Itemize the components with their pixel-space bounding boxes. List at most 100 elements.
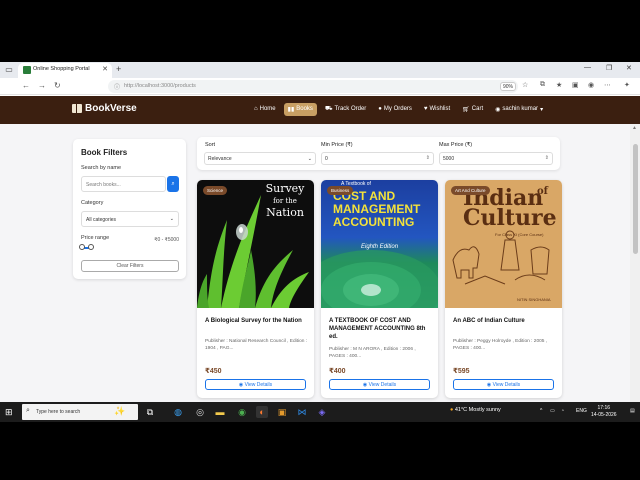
reload-icon[interactable]: ↻ bbox=[54, 81, 61, 90]
nav-books[interactable]: ▮▮ Books bbox=[283, 102, 317, 116]
sort-value: Relevance bbox=[208, 156, 232, 162]
scroll-thumb[interactable] bbox=[633, 144, 638, 254]
file-explorer-icon[interactable]: ▬ bbox=[214, 406, 226, 418]
forward-icon[interactable]: → bbox=[38, 81, 46, 90]
star-icon[interactable]: ☆ bbox=[522, 81, 528, 89]
url-text: http://localhost:3000/products bbox=[124, 83, 196, 89]
scroll-up-icon[interactable]: ▲ bbox=[632, 125, 637, 131]
favorites-icon[interactable]: ★ bbox=[556, 81, 562, 89]
notification-icon[interactable]: ▤ bbox=[630, 408, 635, 414]
vscode-icon[interactable]: ⋈ bbox=[296, 406, 308, 418]
home-icon: ⌂ bbox=[254, 106, 258, 112]
book-title[interactable]: A TEXTBOOK OF COST AND MANAGEMENT ACCOUN… bbox=[329, 317, 433, 341]
cover-author: NITIN SINGHANIA bbox=[517, 297, 551, 302]
more-icon[interactable]: ⋯ bbox=[604, 81, 611, 89]
nav-wishlist[interactable]: ♥ Wishlist bbox=[420, 103, 454, 115]
min-price-input[interactable]: 0 ⇕ bbox=[321, 152, 434, 165]
nav-label: My Orders bbox=[383, 106, 412, 112]
book-icon: ▮▮ bbox=[287, 106, 295, 113]
new-tab-icon[interactable]: + bbox=[116, 64, 121, 74]
view-details-button[interactable]: ◉ View Details bbox=[453, 379, 554, 390]
price-slider-min-handle[interactable] bbox=[79, 244, 85, 250]
nav-home[interactable]: ⌂ Home bbox=[250, 103, 280, 115]
book-cover[interactable]: Business A Textbook of COST AND MANAGEME… bbox=[321, 180, 438, 308]
search-input[interactable]: Search books... bbox=[81, 176, 166, 192]
screen: ▭ Online Shopping Portal ✕ + — ❐ ✕ ← → ↻… bbox=[0, 0, 640, 480]
task-view-icon[interactable]: ⧉ bbox=[144, 406, 156, 418]
book-cover[interactable]: Art And Culture of Indian Culture For Cl… bbox=[445, 180, 562, 308]
book-title[interactable]: A Biological Survey for the Nation bbox=[205, 317, 309, 325]
browser-tab[interactable]: Online Shopping Portal ✕ bbox=[18, 63, 112, 78]
search-button[interactable]: ⌕ bbox=[167, 176, 179, 192]
spinner-icon[interactable]: ⇕ bbox=[426, 155, 430, 161]
nav-label: Home bbox=[259, 106, 276, 112]
category-select[interactable]: All categories ⌄ bbox=[81, 211, 179, 227]
network-icon[interactable]: ◔ bbox=[561, 408, 564, 414]
spinner-icon[interactable]: ⇕ bbox=[545, 155, 549, 161]
book-price: ₹400 bbox=[329, 368, 346, 375]
book-price: ₹450 bbox=[205, 368, 222, 375]
back-icon[interactable]: ← bbox=[22, 81, 30, 90]
clock-time: 17:16 bbox=[597, 405, 611, 411]
user-icon: ● bbox=[378, 106, 382, 112]
tray-app-icon[interactable]: ▭ bbox=[550, 408, 555, 414]
taskbar-search[interactable]: ⌕ Type here to search ✨ bbox=[22, 404, 138, 420]
clear-filters-button[interactable]: Clear Filters bbox=[81, 260, 179, 272]
collections-icon[interactable]: ▣ bbox=[572, 81, 579, 89]
category-badge: Science bbox=[203, 186, 228, 195]
edge-icon[interactable]: ◍ bbox=[172, 406, 184, 418]
search-icon: ⌕ bbox=[171, 181, 175, 187]
cover-line-small: for the bbox=[273, 197, 297, 205]
sublime-icon[interactable]: ▣ bbox=[276, 406, 288, 418]
visual-studio-icon[interactable]: ◈ bbox=[316, 406, 328, 418]
maximize-icon[interactable]: ❐ bbox=[606, 64, 612, 72]
nav-label: Cart bbox=[471, 106, 484, 112]
firefox-icon[interactable]: ◐ bbox=[256, 406, 268, 418]
cover-line: Eighth Edition bbox=[361, 244, 399, 250]
minimize-icon[interactable]: — bbox=[584, 64, 591, 71]
book-card: Business A Textbook of COST AND MANAGEME… bbox=[321, 180, 438, 398]
book-cover[interactable]: Science Survey for the Nation bbox=[197, 180, 314, 308]
min-price-label: Min Price (₹) bbox=[321, 142, 353, 148]
close-window-icon[interactable]: ✕ bbox=[626, 64, 632, 72]
button-label: View Details bbox=[368, 382, 397, 388]
split-screen-icon[interactable]: ⧉ bbox=[540, 81, 545, 89]
tab-actions-icon[interactable]: ▭ bbox=[4, 65, 14, 75]
clock[interactable]: 17:16 14-05-2026 bbox=[591, 405, 617, 419]
taskbar-search-text: Type here to search bbox=[36, 409, 81, 415]
sort-select[interactable]: Relevance ⌄ bbox=[204, 152, 316, 165]
windows-start-icon[interactable]: ⊞ bbox=[5, 407, 13, 418]
chrome-profile-icon[interactable]: ◉ bbox=[236, 406, 248, 418]
cover-line: For Class XI (Core Course) bbox=[495, 232, 544, 237]
max-price-input[interactable]: 5000 ⇕ bbox=[439, 152, 553, 165]
sparkle-icon: ✨ bbox=[114, 406, 126, 416]
view-details-button[interactable]: ◉ View Details bbox=[205, 379, 306, 390]
nav-track-order[interactable]: ⛟ Track Order bbox=[321, 102, 370, 116]
close-tab-icon[interactable]: ✕ bbox=[102, 65, 108, 73]
tray-chevron-icon[interactable]: ^ bbox=[540, 408, 542, 414]
profile-icon[interactable]: ◉ bbox=[588, 81, 594, 89]
nav-cart[interactable]: 🛒︎ Cart bbox=[458, 103, 487, 116]
brand-logo[interactable]: BookVerse bbox=[72, 103, 137, 114]
clock-date: 14-05-2026 bbox=[591, 412, 617, 418]
weather-widget[interactable]: ● 41°C Mostly sunny bbox=[450, 407, 501, 413]
nav-account[interactable]: ◉ sachin kumar ▾ bbox=[491, 103, 547, 116]
language-indicator[interactable]: ENG bbox=[576, 408, 587, 414]
sun-icon: ● bbox=[450, 407, 454, 413]
tab-strip: ▭ Online Shopping Portal ✕ + — ❐ ✕ bbox=[0, 62, 640, 78]
zoom-badge[interactable]: 90% bbox=[500, 82, 517, 91]
nav-label: Books bbox=[296, 106, 313, 112]
book-title[interactable]: An ABC of Indian Culture bbox=[453, 317, 557, 325]
book-card: Science Survey for the Nation A Biologic… bbox=[197, 180, 314, 398]
view-details-button[interactable]: ◉ View Details bbox=[329, 379, 430, 390]
max-price-label: Max Price (₹) bbox=[439, 142, 473, 148]
search-label: Search by name bbox=[81, 165, 122, 171]
chrome-icon[interactable]: ◎ bbox=[194, 406, 206, 418]
price-slider-max-handle[interactable] bbox=[88, 244, 94, 250]
page-scrollbar[interactable]: ▲ ▼ bbox=[630, 124, 640, 420]
nav-my-orders[interactable]: ● My Orders bbox=[374, 103, 416, 115]
filter-panel: Book Filters Search by name Search books… bbox=[73, 139, 186, 279]
info-icon[interactable]: ⓘ bbox=[114, 82, 120, 91]
copilot-icon[interactable]: ✦ bbox=[624, 81, 630, 89]
url-bar[interactable]: ⓘ http://localhost:3000/products bbox=[108, 80, 518, 93]
